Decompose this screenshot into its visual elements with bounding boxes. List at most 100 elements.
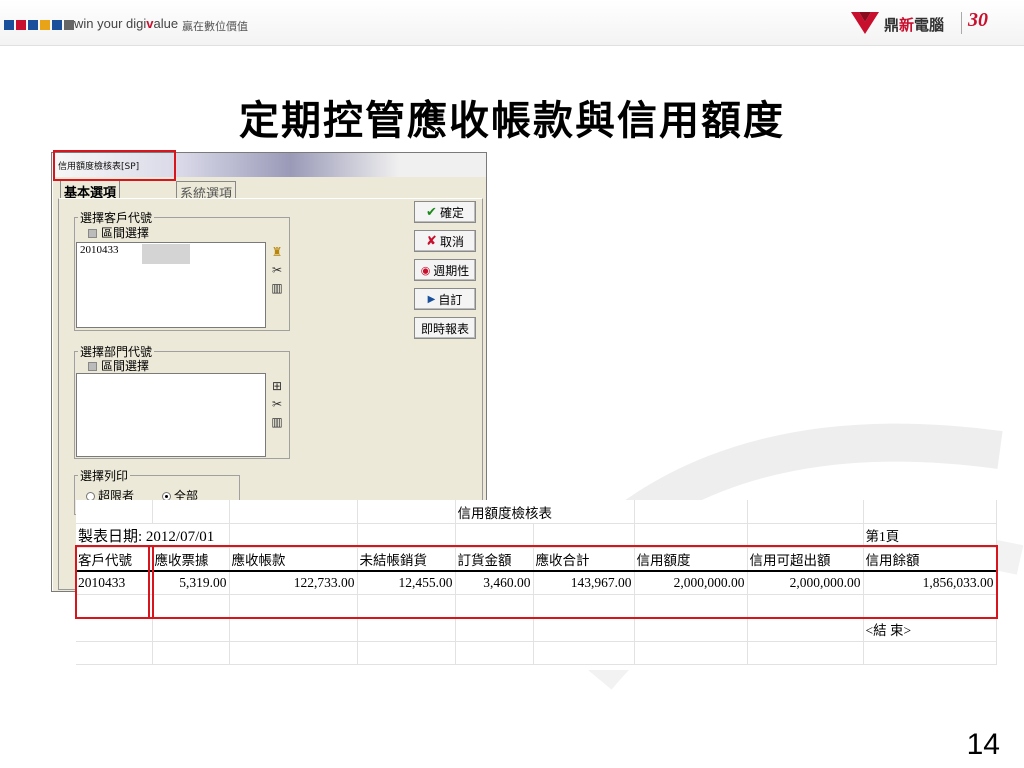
cell xyxy=(357,500,456,524)
cell xyxy=(455,617,534,642)
column-header: 應收帳款 xyxy=(229,547,358,572)
clock-icon: ◉ xyxy=(420,263,431,277)
table-cell: 1,856,033.00 xyxy=(863,570,997,595)
empty-row xyxy=(76,594,997,618)
cell xyxy=(152,500,230,524)
cell xyxy=(634,641,748,665)
cell xyxy=(863,594,997,618)
report-header-row: 客戶代號 應收票據 應收帳款 未結帳銷貨 訂貨金額 應收合計 信用額度 信用可超… xyxy=(76,547,997,572)
cell xyxy=(152,617,230,642)
header-square xyxy=(52,20,62,30)
dept-listbox[interactable] xyxy=(76,373,266,457)
periodic-button[interactable]: ◉ 週期性 xyxy=(414,259,476,281)
cell xyxy=(533,617,635,642)
report-title-row: 信用額度檢核表 xyxy=(76,500,997,524)
page-number: 14 xyxy=(966,728,1000,761)
cell xyxy=(229,617,358,642)
tab-basic-options[interactable]: 基本選項 xyxy=(60,180,121,201)
table-cell: 5,319.00 xyxy=(152,570,230,595)
end-row: <結 束> xyxy=(76,617,997,642)
slide-header: win your digivalue 贏在數位價值 鼎新電腦 30 xyxy=(0,0,1024,46)
cell xyxy=(357,594,456,618)
report-meta-row: 製表日期: 2012/07/01 第1頁 xyxy=(76,523,997,548)
cell xyxy=(229,594,358,618)
button-label: 即時報表 xyxy=(420,321,469,336)
column-header: 訂貨金額 xyxy=(455,547,534,572)
cell xyxy=(229,523,358,548)
trash-icon[interactable]: ▥ xyxy=(270,281,284,295)
custom-button[interactable]: ▶ 自訂 xyxy=(414,288,476,310)
tree-icon[interactable]: ⊞ xyxy=(270,379,284,393)
report-date: 製表日期: 2012/07/01 xyxy=(76,523,230,548)
cell xyxy=(863,641,997,665)
cell xyxy=(357,523,456,548)
cancel-button[interactable]: ✘ 取消 xyxy=(414,230,476,252)
customer-name-field xyxy=(142,244,190,264)
cell xyxy=(152,594,230,618)
slide-title: 定期控管應收帳款與信用額度 xyxy=(239,98,785,144)
brand-30-logo: 30 xyxy=(968,9,988,31)
cell xyxy=(76,641,153,665)
brand-logo-icon xyxy=(851,12,879,34)
cell xyxy=(634,617,748,642)
date-label: 製表日期: xyxy=(78,528,143,545)
button-label: 自訂 xyxy=(438,292,463,307)
button-label: 確定 xyxy=(439,205,464,220)
cell xyxy=(634,594,748,618)
table-cell: 12,455.00 xyxy=(357,570,456,595)
print-group-label: 選擇列印 xyxy=(78,467,131,484)
check-icon: ✔ xyxy=(426,204,437,220)
cell xyxy=(747,523,864,548)
cell xyxy=(747,500,864,524)
cell xyxy=(76,617,153,642)
table-cell: 2010433 xyxy=(76,570,153,595)
cell xyxy=(357,617,456,642)
scissors-icon[interactable]: ✂ xyxy=(270,263,284,277)
page-label: 第1頁 xyxy=(863,523,997,548)
x-icon: ✘ xyxy=(426,233,437,249)
column-header: 應收合計 xyxy=(533,547,635,572)
table-cell: 143,967.00 xyxy=(533,570,635,595)
cell xyxy=(533,594,635,618)
cell xyxy=(533,641,635,665)
dialog-titlebar[interactable]: 信用額度檢核表[SP] xyxy=(52,153,486,177)
header-square xyxy=(4,20,14,30)
cell xyxy=(533,523,635,548)
tab-system-options[interactable]: 系統選項 xyxy=(176,181,237,202)
cell xyxy=(634,500,748,524)
cell xyxy=(455,641,534,665)
button-label: 取消 xyxy=(439,234,464,249)
trash-icon[interactable]: ▥ xyxy=(270,415,284,429)
report-title: 信用額度檢核表 xyxy=(455,500,635,524)
cell xyxy=(747,617,864,642)
cell xyxy=(76,500,153,524)
cell xyxy=(152,641,230,665)
end-label: <結 束> xyxy=(863,617,997,642)
cell xyxy=(455,523,534,548)
play-icon: ▶ xyxy=(427,293,436,305)
cell xyxy=(229,500,358,524)
checkbox-box xyxy=(88,229,97,238)
date-value: 2012/07/01 xyxy=(145,528,215,545)
tagline: win your digivalue xyxy=(74,16,179,31)
column-header: 信用可超出額 xyxy=(747,547,864,572)
confirm-button[interactable]: ✔ 確定 xyxy=(414,201,476,223)
brand-divider xyxy=(961,12,962,34)
dept-range-checkbox[interactable]: 區間選擇 xyxy=(88,357,149,374)
cell xyxy=(76,594,153,618)
button-label: 週期性 xyxy=(433,263,470,278)
checkbox-label: 區間選擇 xyxy=(101,359,150,373)
header-square xyxy=(40,20,50,30)
report-sheet: 信用額度檢核表 製表日期: 2012/07/01 第1頁 客戶代號 應收票據 應… xyxy=(76,500,997,670)
empty-row xyxy=(76,641,997,665)
table-cell: 122,733.00 xyxy=(229,570,358,595)
table-row: 2010433 5,319.00 122,733.00 12,455.00 3,… xyxy=(76,570,997,595)
customer-range-checkbox[interactable]: 區間選擇 xyxy=(88,224,149,241)
scissors-icon[interactable]: ✂ xyxy=(270,397,284,411)
gift-icon[interactable]: ♜ xyxy=(270,245,284,259)
instant-report-button[interactable]: 即時報表 xyxy=(414,317,476,339)
cell xyxy=(634,523,748,548)
table-cell: 2,000,000.00 xyxy=(747,570,864,595)
customer-code-item[interactable]: 2010433 xyxy=(80,244,119,256)
cell xyxy=(229,641,358,665)
